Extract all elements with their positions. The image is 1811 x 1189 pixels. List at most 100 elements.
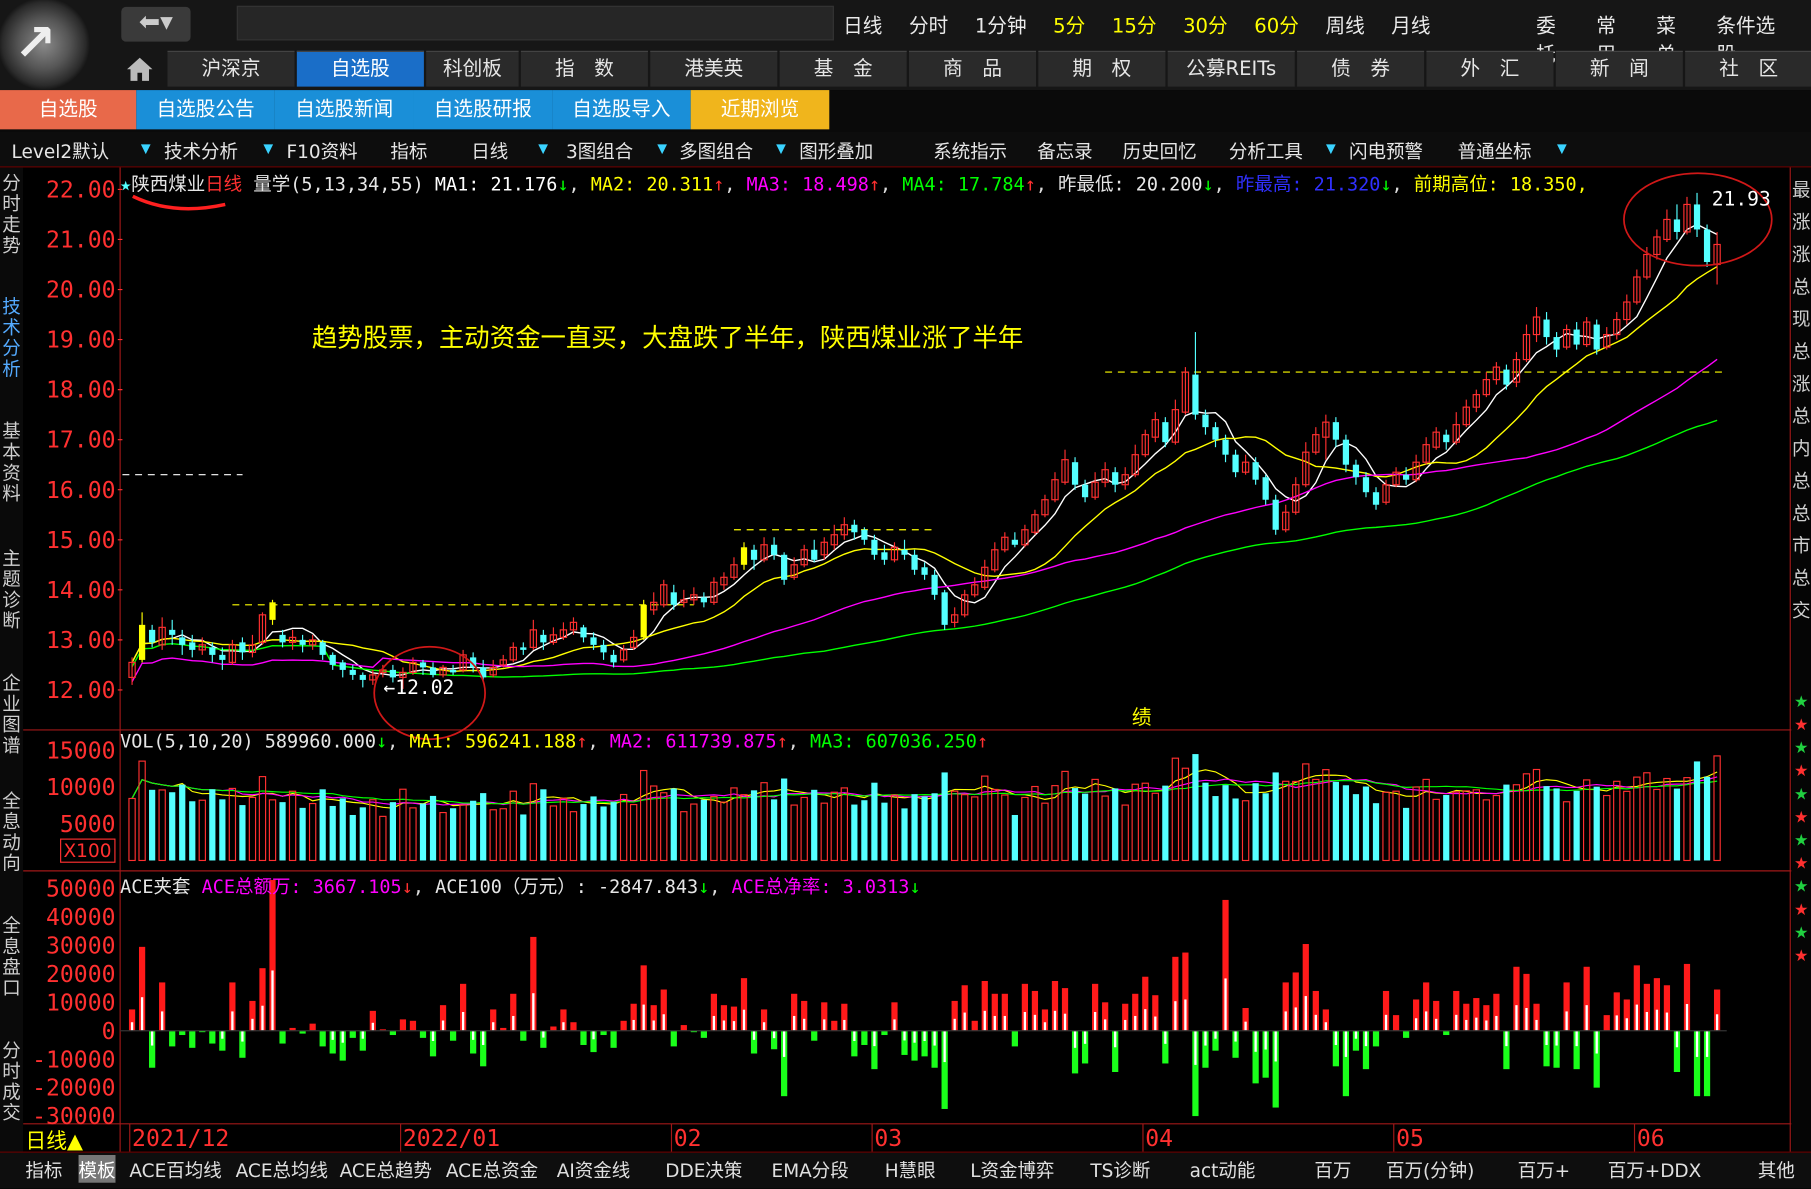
toolbar-item[interactable]: 指标	[390, 136, 427, 164]
side-nav-item[interactable]: 全息动向	[1, 791, 22, 874]
star-icon[interactable]: ★	[1791, 716, 1811, 734]
period-option[interactable]: 1分钟	[975, 9, 1027, 38]
toolbar-item[interactable]: 日线	[471, 136, 508, 164]
template-tab[interactable]: AI资金线	[557, 1155, 631, 1183]
template-tab[interactable]: 模板	[78, 1155, 116, 1183]
period-option[interactable]: 周线	[1325, 9, 1364, 38]
toolbar-item[interactable]: 普通坐标	[1458, 136, 1532, 164]
template-tab[interactable]: ACE总资金	[446, 1155, 538, 1183]
template-tab[interactable]: 百万(分钟)	[1386, 1155, 1474, 1183]
toolbar-item[interactable]: 图形叠加	[799, 136, 873, 164]
side-nav-item[interactable]: 技术分析	[1, 296, 22, 380]
candle-body	[1081, 484, 1089, 498]
star-icon[interactable]: ★	[1791, 762, 1811, 780]
ace-bar	[811, 1030, 818, 1041]
market-tab[interactable]: 外 汇	[1426, 50, 1554, 87]
period-option[interactable]: 日线	[843, 9, 882, 38]
dropdown-arrow-icon[interactable]: ▼	[141, 141, 151, 156]
side-nav-item[interactable]: 企业图谱	[1, 673, 22, 756]
watchlist-tab[interactable]: 自选股研报	[413, 90, 553, 130]
period-option[interactable]: 5分	[1053, 9, 1085, 38]
toolbar-item[interactable]: 分析工具	[1229, 136, 1303, 164]
template-tab[interactable]: TS诊断	[1090, 1155, 1150, 1183]
toolbar-item[interactable]: 3图组合	[566, 136, 633, 164]
template-tab[interactable]: ACE总趋势	[340, 1155, 432, 1183]
star-icon[interactable]: ★	[1791, 901, 1811, 919]
stock-chart[interactable]: 12.00 13.00 14.00 15.00 16.00 17.00 18.00 19.00…	[23, 167, 1792, 1152]
market-tab[interactable]: 基 金	[779, 50, 907, 87]
market-tab[interactable]: 社 区	[1685, 50, 1811, 87]
toolbar-item[interactable]: 技术分析	[164, 136, 238, 164]
star-icon[interactable]: ★	[1791, 739, 1811, 757]
dropdown-arrow-icon[interactable]: ▼	[657, 141, 667, 156]
toolbar-item[interactable]: 多图组合	[679, 136, 753, 164]
watch-star-icon[interactable]: ★	[120, 173, 131, 195]
template-tab[interactable]: 其他	[1758, 1155, 1795, 1183]
period-option[interactable]: 60分	[1254, 9, 1299, 38]
toolbar-item[interactable]: F10资料	[286, 136, 357, 164]
period-option[interactable]: 30分	[1183, 9, 1228, 38]
market-tab[interactable]: 新 闻	[1555, 50, 1683, 87]
star-icon[interactable]: ★	[1791, 855, 1811, 873]
period-option[interactable]: 分时	[909, 9, 948, 38]
template-tab[interactable]: DDE决策	[665, 1155, 742, 1183]
side-nav-item[interactable]: 分时成交	[1, 1040, 22, 1124]
market-tab[interactable]: 科创板	[426, 50, 519, 87]
market-tab[interactable]: 债 券	[1297, 50, 1425, 87]
template-tab[interactable]: ACE总均线	[236, 1155, 328, 1183]
toolbar-item[interactable]: 系统指示	[933, 136, 1007, 164]
template-tab[interactable]: EMA分段	[772, 1155, 849, 1183]
watchlist-tab[interactable]: 自选股新闻	[274, 90, 414, 130]
market-tab[interactable]: 公募REITs	[1167, 50, 1295, 87]
template-tab[interactable]: H慧眼	[885, 1155, 936, 1183]
ace-bar-inner	[1435, 1018, 1438, 1031]
toolbar-item[interactable]: Level2默认	[12, 136, 110, 164]
volume-bar	[781, 778, 788, 861]
template-tab[interactable]: L资金博弈	[970, 1155, 1054, 1183]
watchlist-tab[interactable]: 近期浏览	[690, 90, 830, 130]
market-tab[interactable]: 港美英	[650, 50, 778, 87]
star-icon[interactable]: ★	[1791, 693, 1811, 711]
template-tab[interactable]: act动能	[1190, 1155, 1256, 1183]
period-option[interactable]: 月线	[1391, 9, 1430, 38]
star-icon[interactable]: ★	[1791, 832, 1811, 850]
watchlist-tab[interactable]: 自选股	[0, 90, 137, 130]
toolbar-item[interactable]: 备忘录	[1037, 136, 1092, 164]
address-bar[interactable]	[236, 5, 834, 41]
market-tab[interactable]: 商 品	[908, 50, 1037, 87]
toolbar-item[interactable]: 闪电预警	[1349, 136, 1423, 164]
dropdown-arrow-icon[interactable]: ▼	[1326, 141, 1336, 156]
side-nav-item[interactable]: 全息盘口	[1, 915, 22, 999]
side-nav-item[interactable]: 分时走势	[1, 173, 22, 256]
star-icon[interactable]: ★	[1791, 947, 1811, 965]
watchlist-tab[interactable]: 自选股公告	[136, 90, 275, 130]
dropdown-arrow-icon[interactable]: ▼	[776, 141, 786, 156]
candle-body	[1372, 492, 1380, 505]
side-nav-item[interactable]: 基本资料	[1, 421, 22, 505]
period-option[interactable]: 15分	[1112, 9, 1157, 38]
dropdown-arrow-icon[interactable]: ▼	[263, 141, 273, 156]
market-tab[interactable]: 指 数	[520, 50, 648, 87]
dropdown-arrow-icon[interactable]: ▼	[1557, 141, 1567, 156]
template-tab[interactable]: 百万+	[1518, 1155, 1570, 1183]
template-tab[interactable]: ACE百均线	[129, 1155, 221, 1183]
period-tag[interactable]: 日线▲	[25, 1124, 83, 1155]
template-tab[interactable]: 百万	[1314, 1155, 1351, 1183]
market-tab[interactable]: 自选股	[296, 50, 424, 87]
back-dropdown-button[interactable]: ⬅▾	[121, 6, 191, 42]
watchlist-tab[interactable]: 自选股导入	[552, 90, 691, 130]
template-tab[interactable]: 指标	[25, 1155, 62, 1183]
market-tab[interactable]: 沪深京	[167, 50, 295, 87]
star-icon[interactable]: ★	[1791, 924, 1811, 942]
star-icon[interactable]: ★	[1791, 785, 1811, 803]
side-nav-item[interactable]: 主题诊断	[1, 548, 22, 632]
market-tab[interactable]: 期 权	[1038, 50, 1166, 87]
app-logo[interactable]: ↗	[0, 0, 110, 91]
home-icon[interactable]	[125, 55, 155, 83]
candle-body	[540, 634, 547, 643]
template-tab[interactable]: 百万+DDX	[1608, 1155, 1702, 1183]
toolbar-item[interactable]: 历史回忆	[1123, 136, 1197, 164]
star-icon[interactable]: ★	[1791, 878, 1811, 896]
star-icon[interactable]: ★	[1791, 809, 1811, 827]
dropdown-arrow-icon[interactable]: ▼	[538, 141, 548, 156]
